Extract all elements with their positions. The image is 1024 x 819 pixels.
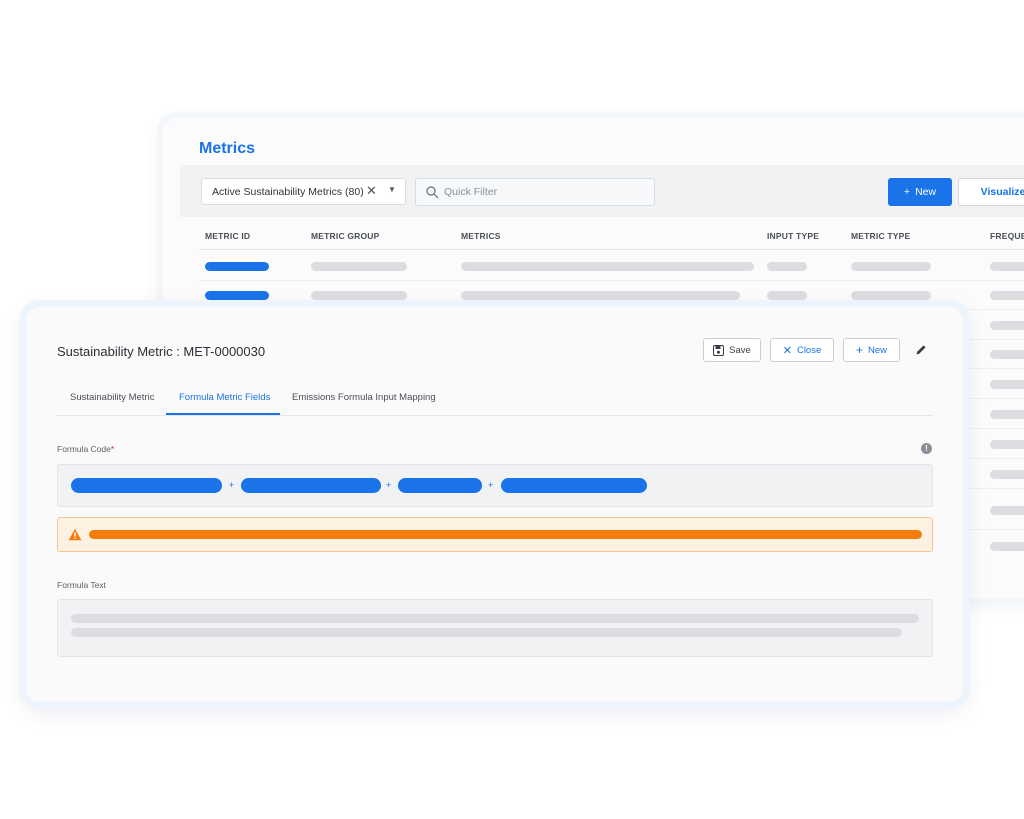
- table-row-placeholder: [461, 291, 740, 300]
- close-button-label: Close: [796, 344, 822, 356]
- record-title: Sustainability Metric : MET-0000030: [57, 344, 266, 359]
- new-record-button-label: New: [868, 344, 888, 356]
- visualize-button-label: Visualize: [980, 186, 1024, 198]
- table-row-placeholder: [990, 350, 1024, 359]
- table-row-placeholder: [990, 470, 1024, 479]
- edit-icon[interactable]: [915, 344, 927, 356]
- table-row-placeholder: [767, 291, 807, 300]
- table-row-placeholder: [205, 262, 269, 271]
- screen: Metrics Active Sustainability Metrics (8…: [0, 0, 1024, 819]
- formula-token[interactable]: [398, 478, 482, 493]
- tabs-divider: [57, 415, 933, 416]
- table-row-placeholder: [851, 262, 931, 271]
- tab-emissions-formula-input-mapping[interactable]: Emissions Formula Input Mapping: [292, 392, 436, 403]
- formula-token[interactable]: [501, 478, 647, 493]
- table-row-placeholder: [990, 291, 1024, 300]
- close-icon: ✕: [782, 344, 792, 357]
- plus-icon: +: [855, 343, 863, 357]
- table-row-placeholder: [767, 262, 807, 271]
- formula-code-field[interactable]: + + +: [57, 464, 933, 507]
- save-icon: [713, 344, 725, 356]
- search-icon: [426, 186, 439, 199]
- formula-operator: +: [229, 480, 235, 490]
- formula-operator: +: [386, 480, 392, 490]
- table-row-placeholder: [990, 262, 1024, 271]
- table-row-placeholder: [851, 291, 931, 300]
- tab-sustainability-metric[interactable]: Sustainability Metric: [70, 392, 154, 403]
- formula-warning-banner: [57, 517, 933, 552]
- column-header-metric-type[interactable]: METRIC TYPE: [851, 231, 910, 241]
- formula-text-placeholder: [71, 614, 919, 623]
- new-metric-button-label: New: [915, 186, 937, 198]
- page-title: Metrics: [199, 140, 256, 157]
- warning-icon: [68, 528, 82, 541]
- table-row-placeholder: [990, 410, 1024, 419]
- list-view-select-value: Active Sustainability Metrics (80): [212, 186, 364, 198]
- formula-text-label: Formula Text: [57, 580, 106, 590]
- list-view-select[interactable]: Active Sustainability Metrics (80) ✕ ▼: [201, 178, 406, 205]
- table-row-placeholder: [990, 380, 1024, 389]
- info-icon[interactable]: !: [921, 443, 932, 454]
- new-record-button[interactable]: + New: [843, 338, 900, 362]
- column-header-metrics[interactable]: METRICS: [461, 231, 501, 241]
- plus-icon: +: [903, 186, 911, 198]
- table-row-placeholder: [311, 291, 407, 300]
- list-toolbar: Active Sustainability Metrics (80) ✕ ▼ Q…: [180, 165, 1024, 217]
- formula-operator: +: [488, 480, 494, 490]
- column-header-input-type[interactable]: INPUT TYPE: [767, 231, 819, 241]
- column-header-frequency[interactable]: FREQUE: [990, 231, 1024, 241]
- tab-formula-metric-fields[interactable]: Formula Metric Fields: [179, 392, 270, 403]
- close-icon[interactable]: ✕: [366, 183, 377, 199]
- quick-filter-input[interactable]: Quick Filter: [415, 178, 655, 206]
- warning-message-placeholder: [89, 530, 922, 539]
- metric-record-card: Sustainability Metric : MET-0000030 Save…: [26, 307, 963, 702]
- caret-down-icon[interactable]: ▼: [388, 185, 396, 194]
- table-row-placeholder: [990, 440, 1024, 449]
- table-row-placeholder: [990, 506, 1024, 515]
- close-button[interactable]: ✕ Close: [770, 338, 834, 362]
- column-header-metric-id[interactable]: METRIC ID: [205, 231, 250, 241]
- save-button[interactable]: Save: [703, 338, 761, 362]
- quick-filter-placeholder: Quick Filter: [444, 186, 498, 198]
- table-row-placeholder: [990, 321, 1024, 330]
- visualize-button[interactable]: Visualize: [958, 178, 1024, 206]
- formula-code-label: Formula Code*: [57, 444, 115, 454]
- table-row-placeholder: [311, 262, 407, 271]
- row-divider: [199, 280, 1024, 281]
- new-metric-button[interactable]: + New: [888, 178, 952, 206]
- table-header-divider: [199, 249, 1024, 250]
- formula-token[interactable]: [241, 478, 381, 493]
- table-row-placeholder: [461, 262, 754, 271]
- formula-text-field[interactable]: [57, 599, 933, 657]
- formula-text-placeholder: [71, 628, 902, 637]
- column-header-metric-group[interactable]: METRIC GROUP: [311, 231, 380, 241]
- formula-token[interactable]: [71, 478, 222, 493]
- table-row-placeholder: [205, 291, 269, 300]
- table-row-placeholder: [990, 542, 1024, 551]
- save-button-label: Save: [729, 344, 751, 356]
